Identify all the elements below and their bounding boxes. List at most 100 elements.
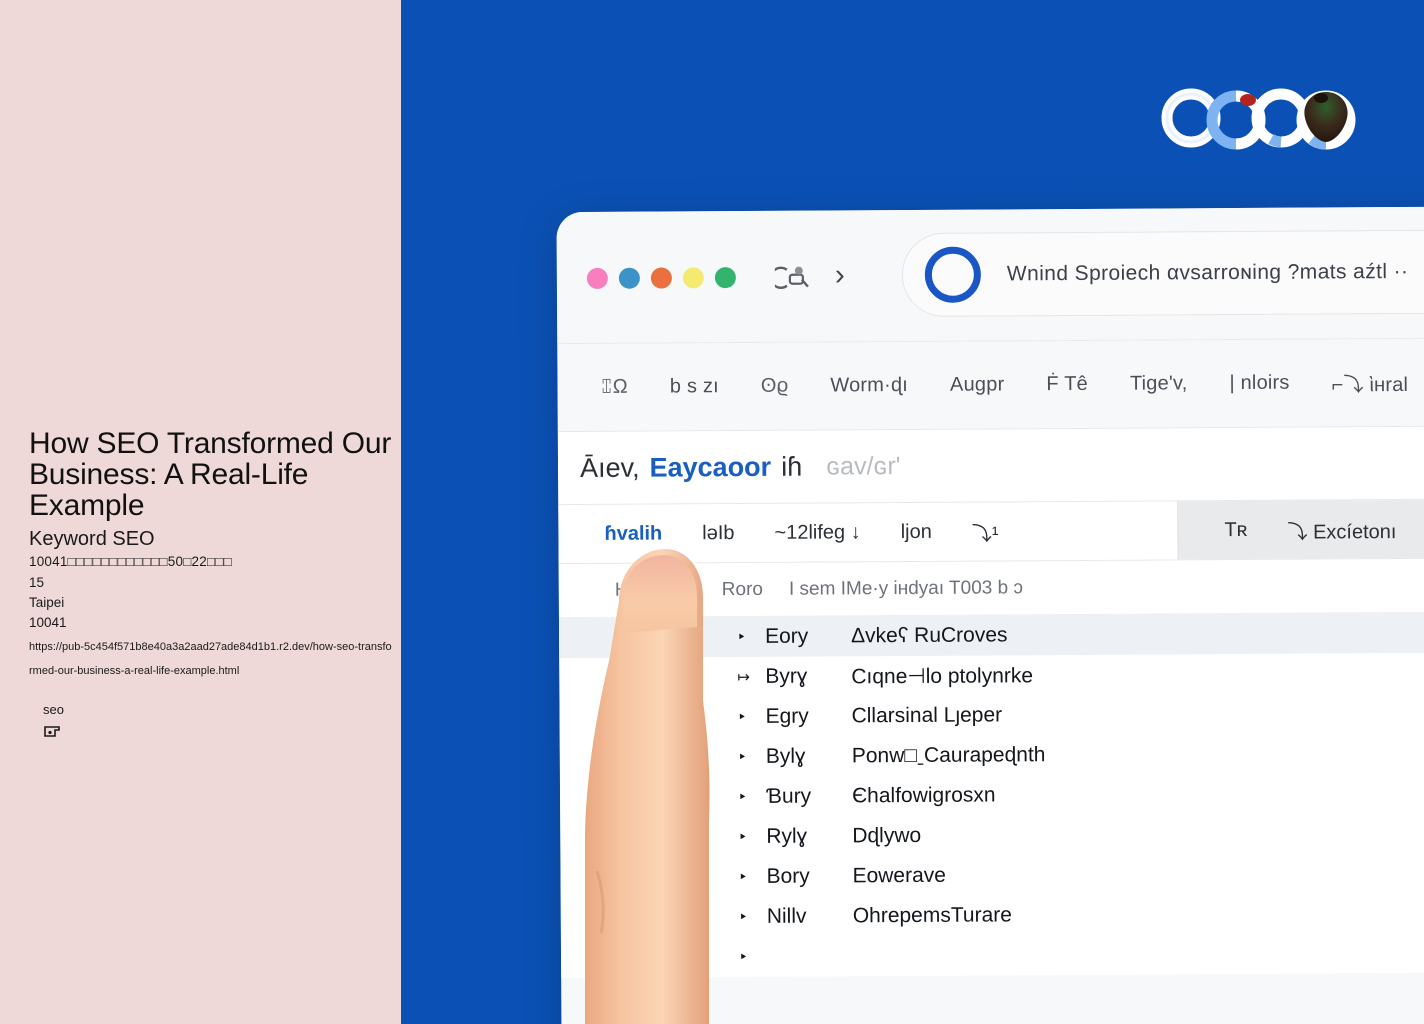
row-tag: Eory — [764, 624, 809, 648]
row-volume: ʒ2 00Ƙ — [617, 784, 690, 810]
row-tag: Byrɣ — [765, 664, 808, 688]
row-tag: Bylɣ — [765, 744, 806, 768]
row-label: OhrepemsTurare — [852, 903, 1012, 928]
results-heading: Āıev, Eaycaoor iɦ ɢav/ɢrʹ — [557, 425, 1424, 505]
row-tag: Rylɣ — [766, 824, 808, 848]
brand-rings-logo — [1161, 88, 1356, 150]
row-volume: 68 00Ƙ — [616, 624, 690, 650]
address-bar[interactable]: Wnind Sproiech αvsarroɴing ?mats aźtl ·· — [901, 228, 1424, 318]
row-volume: 8I 00Ƙ — [617, 704, 684, 730]
bookmark-icon — [44, 726, 60, 737]
address-bar-text: Wnind Sproiech αvsarroɴing ?mats aźtl ·· — [1006, 259, 1409, 286]
filter-bar-right: Tʀ ⤵ Excíetonı ɠ — [1178, 498, 1424, 560]
toolbar-item-bszi[interactable]: b s zı — [649, 375, 740, 399]
heading-part-a: Āıev, — [579, 452, 640, 483]
filter-bar-left: ɦvalih lǝIb ~12lifeg ↓ ljon ⤵¹ — [558, 501, 1179, 564]
omnibox-ring-icon — [924, 246, 982, 303]
table-row[interactable]: 8Ɨ 00Ƙ ‣ — [561, 932, 1424, 978]
heading-part-c: iɦ — [781, 451, 803, 482]
window-controls — [586, 267, 736, 289]
row-label: Δvkeʕ RuCroves — [850, 623, 1008, 648]
number-line: 15 — [29, 575, 45, 590]
toolbar-item-tigerv[interactable]: Tigeʹv, — [1109, 372, 1209, 396]
toolbar-item-fte[interactable]: Ḟ Tê — [1025, 373, 1109, 397]
row-label: Dɖlywo — [852, 823, 922, 848]
filter-more-icon[interactable]: ɠ — [1416, 517, 1424, 540]
row-label: Cllarsinal Lȷeper — [851, 703, 1003, 728]
row-arrow-icon: ‣ — [737, 629, 746, 647]
dot-blue[interactable] — [618, 267, 640, 289]
row-arrow-icon: ‣ — [738, 908, 748, 927]
dot-green[interactable] — [714, 267, 736, 289]
filter-12lifeg[interactable]: ~12lifeg ↓ — [754, 521, 880, 545]
row-arrow-icon: ‣ — [738, 789, 747, 807]
results-list: 68 00Ƙ ‣ Eory Δvkeʕ RuCroves 13 00Ƙ ↦ By… — [558, 611, 1424, 979]
dot-pink[interactable] — [586, 267, 608, 289]
row-volume: 8Ɨ 00Ƙ — [618, 944, 686, 970]
row-tag: Egry — [765, 704, 809, 728]
row-label: Єhalfowigrosxn — [851, 783, 996, 808]
blue-stage: › Wnind Sproiech αvsarroɴing ?mats aźtl … — [401, 0, 1424, 1024]
row-volume: 32 00Ƙ — [618, 864, 691, 890]
table-row[interactable]: 32 00Ƙ ‣ Bory Eowerave — [560, 852, 1424, 898]
subrow-hlyoun: Hly oun⊥ — [614, 579, 696, 601]
zip-line: 10041 — [29, 615, 67, 630]
city-line: Taipei — [29, 595, 65, 610]
table-row[interactable]: 68 00Ƙ ‣ Eory Δvkeʕ RuCroves — [558, 611, 1424, 659]
table-row[interactable]: 8I 00Ƙ ‣ Egry Cllarsinal Lȷeper — [559, 692, 1424, 738]
row-volume: 13 00Ƙ — [617, 664, 690, 690]
row-volume: 80 00Ƙ — [617, 744, 691, 770]
row-volume: S0 00Ƙ — [618, 904, 694, 930]
keyword-label: Keyword SEO — [29, 528, 155, 550]
row-arrow-icon: ↦ — [737, 668, 750, 687]
dot-yellow[interactable] — [682, 267, 704, 289]
toolbar-item-kural[interactable]: ⌐⤵ ὶʜral — [1310, 368, 1424, 398]
row-arrow-icon: ‣ — [737, 749, 747, 767]
heading-part-d: ɢav/ɢrʹ — [826, 451, 901, 481]
nav-back-icon[interactable] — [774, 263, 811, 293]
filter-excieton[interactable]: ⤵ Excíetonı — [1267, 514, 1416, 544]
dot-orange[interactable] — [650, 267, 672, 289]
tag-seo[interactable]: seo — [43, 702, 64, 717]
screenshot-root: How SEO Transformed Our Business: A Real… — [0, 0, 1424, 1024]
browser-window: › Wnind Sproiech αvsarroɴing ?mats aźtl … — [556, 205, 1424, 1024]
filter-ljon[interactable]: ljon — [881, 520, 952, 543]
table-row[interactable]: 80 00Ƙ ‣ Bylɣ Ponw□ˍCaurapeɖnth — [560, 732, 1424, 778]
browser-toolbar: ⑄Ω b s zı ʘϱ Worm·ɖı Augpr Ḟ Tê Tigeʹv, … — [557, 337, 1424, 433]
page-title: How SEO Transformed Our Business: A Real… — [29, 427, 400, 522]
toolbar-icon-bracket[interactable]: ⑄Ω — [579, 376, 648, 399]
subrow-roro: Roro — [721, 578, 764, 600]
toolbar-item-augpr[interactable]: Augpr — [929, 373, 1026, 397]
row-tag: Ɓury — [765, 784, 812, 808]
filter-leib[interactable]: lǝIb — [682, 521, 754, 544]
toolbar-item-wormdi[interactable]: Worm·ɖı — [809, 374, 929, 398]
table-row[interactable]: ʒ2 00Ƙ ‣ Ɓury Єhalfowigrosxn — [560, 772, 1424, 818]
filter-cart-icon[interactable]: ⤵¹ — [952, 517, 1019, 546]
row-tag: Nillᴠ — [766, 904, 807, 928]
filter-hvalih[interactable]: ɦvalih — [584, 522, 682, 546]
filter-bar: ɦvalih lǝIb ~12lifeg ↓ ljon ⤵¹ Tʀ ⤵ Excí… — [558, 497, 1424, 565]
table-row[interactable]: 17 00Ƙ ‣ Rylɣ Dɖlywo — [560, 812, 1424, 858]
nav-forward-chevron[interactable]: › — [835, 258, 845, 291]
row-label: Ponw□ˍCaurapeɖnth — [851, 743, 1046, 768]
filter-tk[interactable]: Tʀ — [1204, 518, 1267, 541]
heading-part-b: Eaycaoor — [649, 451, 772, 483]
address-line: 10041□□□□□□□□□□□□50□22□□□ — [29, 554, 233, 569]
article-url[interactable]: https://pub-5c454f571b8e40a3a2aad27ade84… — [29, 635, 395, 683]
toolbar-icon-scatter[interactable]: ʘϱ — [740, 375, 810, 398]
table-row[interactable]: 13 00Ƙ ↦ Byrɣ Cıqne⊣lo ptolynrke — [559, 652, 1424, 698]
row-arrow-icon: ‣ — [738, 868, 748, 887]
row-arrow-icon: ‣ — [738, 829, 748, 847]
row-volume: 17 00Ƙ — [618, 824, 691, 850]
browser-chrome: › Wnind Sproiech αvsarroɴing ?mats aźtl … — [556, 205, 1424, 345]
row-arrow-icon: ‣ — [737, 709, 747, 727]
article-info-panel: How SEO Transformed Our Business: A Real… — [0, 0, 401, 1024]
row-tag — [767, 956, 853, 957]
row-label: Cıqne⊣lo ptolynrke — [851, 663, 1034, 688]
results-subheader: Hly oun⊥ Roro I sem IMe·y iʜdyaı T003 b … — [558, 557, 1424, 619]
row-label: Eowerave — [852, 863, 946, 888]
row-tag: Bory — [766, 864, 810, 888]
toolbar-item-nloirs[interactable]: | nloirs — [1208, 372, 1310, 396]
subrow-long: I sem IMe·y iʜdyaı T003 b ɔ — [788, 576, 1024, 600]
table-row[interactable]: S0 00Ƙ ‣ Nillᴠ OhrepemsTurare — [561, 892, 1424, 938]
